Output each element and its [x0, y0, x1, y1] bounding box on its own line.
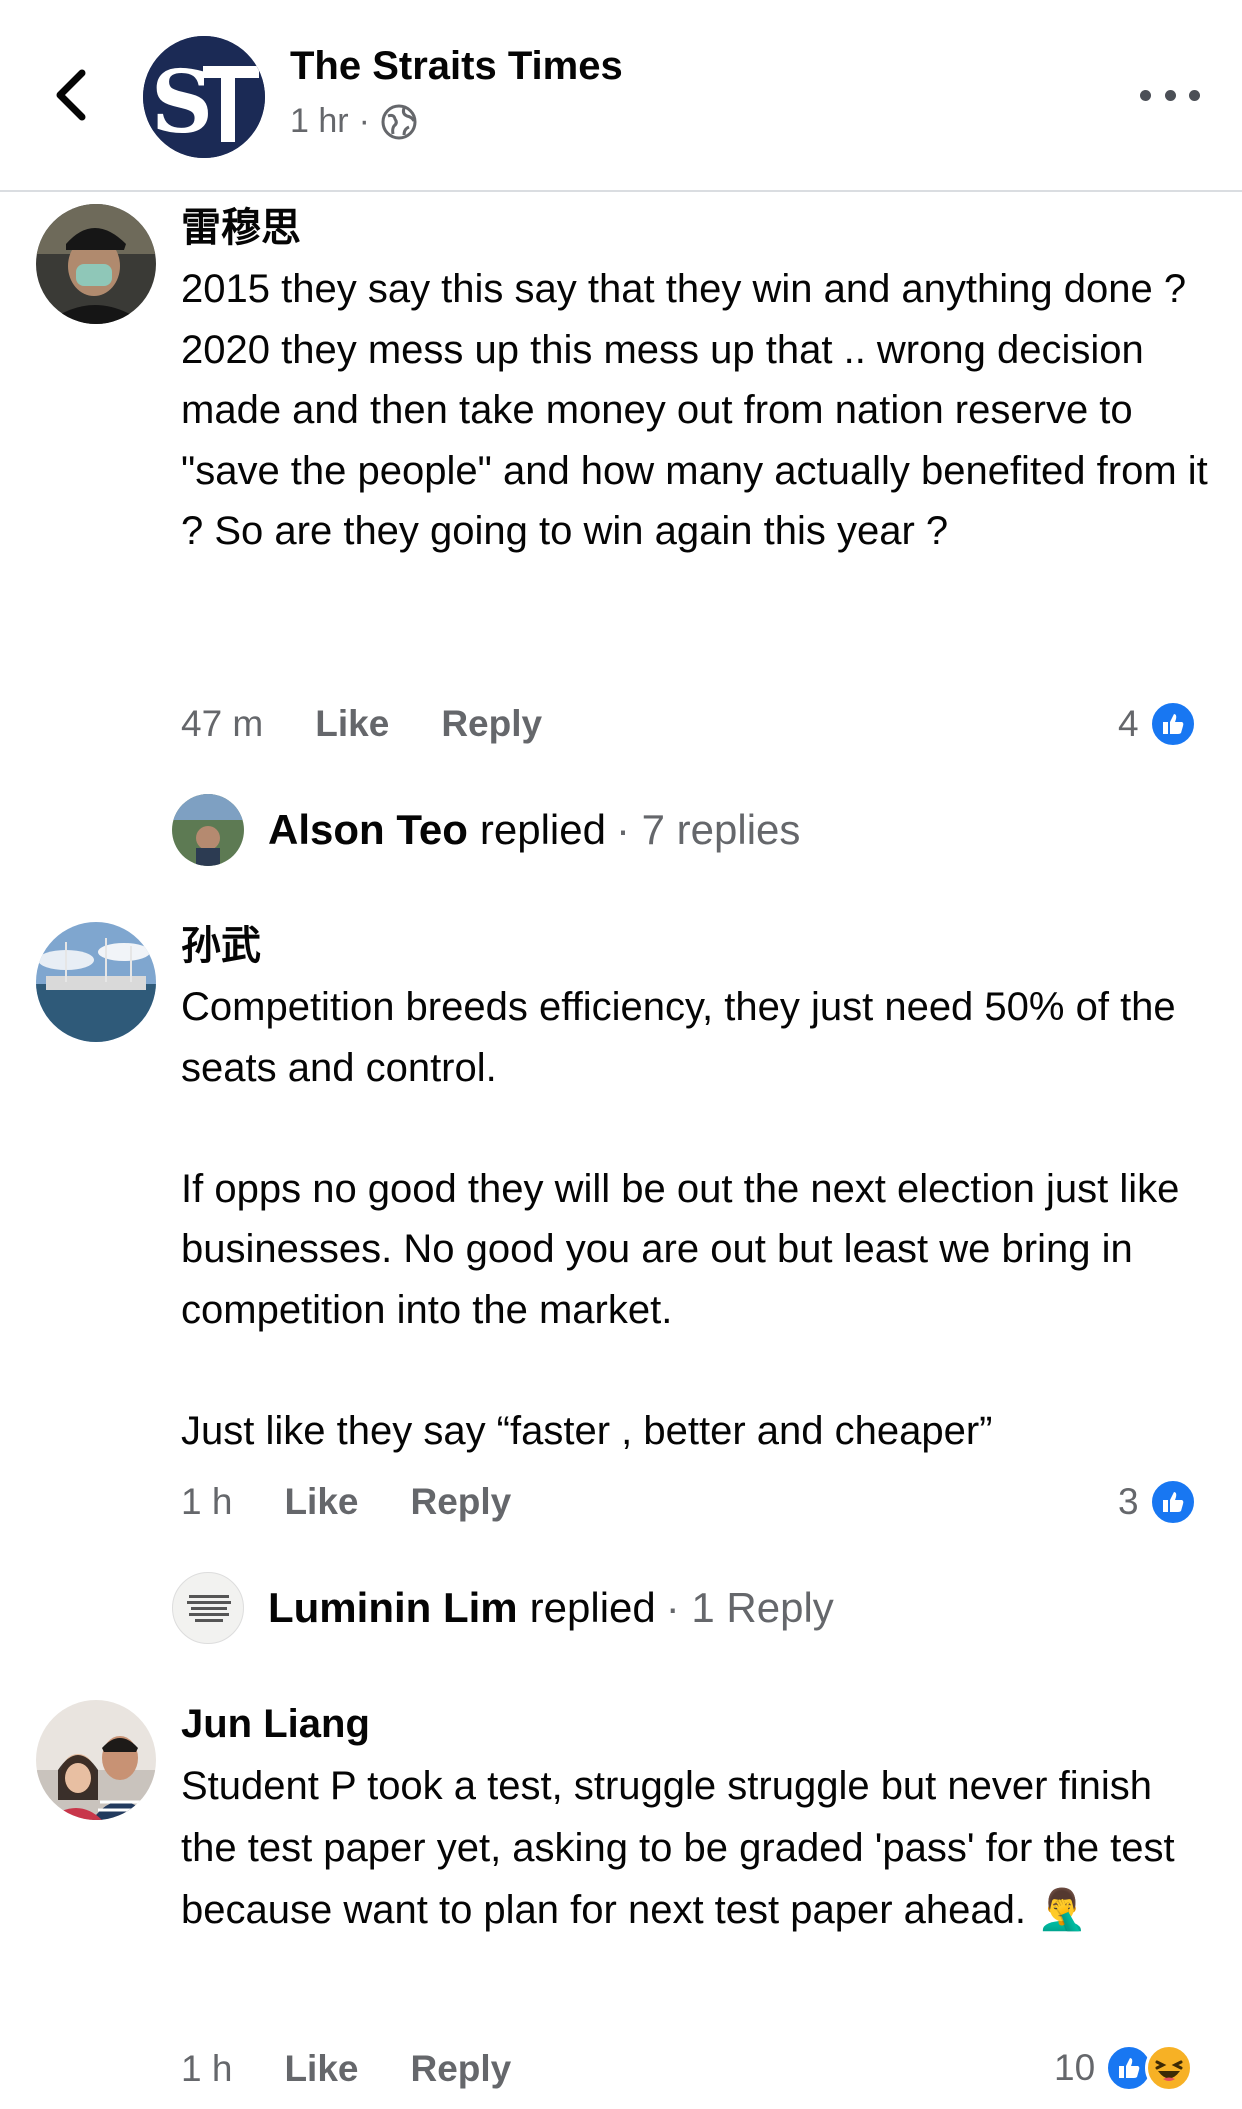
reaction-summary[interactable]: 4: [1118, 700, 1197, 748]
post-time[interactable]: 1 hr: [290, 102, 349, 141]
post-header: S The Straits Times 1 hr ·: [0, 0, 1242, 192]
comment-actions: 1 h Like Reply: [181, 2048, 511, 2090]
avatar[interactable]: [36, 1700, 156, 1820]
reply-verb: replied: [479, 806, 606, 853]
post-meta: 1 hr ·: [290, 102, 418, 141]
comment-time[interactable]: 1 h: [181, 2048, 232, 2090]
comment-text: Student P took a test, struggle struggle…: [181, 1764, 1186, 1932]
like-button[interactable]: Like: [284, 1481, 358, 1523]
meta-separator: ·: [358, 102, 370, 140]
more-horizontal-icon: [1140, 89, 1151, 101]
reply-author: Alson Teo: [268, 806, 468, 853]
reaction-summary[interactable]: 3: [1118, 1478, 1197, 1526]
back-button[interactable]: [40, 60, 100, 130]
avatar[interactable]: [36, 204, 156, 324]
avatar[interactable]: [36, 922, 156, 1042]
comment-time[interactable]: 47 m: [181, 703, 263, 745]
page-name[interactable]: The Straits Times: [290, 44, 623, 89]
comment-author[interactable]: Jun Liang: [181, 1696, 1211, 1752]
reply-count: · 7 replies: [615, 806, 801, 853]
reaction-summary[interactable]: 10: [1054, 2044, 1194, 2092]
like-icon: [1148, 1478, 1197, 1526]
more-dot: [1189, 89, 1200, 101]
replies-summary[interactable]: Alson Teo replied · 7 replies: [172, 794, 800, 866]
page-avatar[interactable]: S: [143, 36, 265, 158]
comment-actions: 47 m Like Reply: [181, 703, 542, 745]
reply-button[interactable]: Reply: [410, 2048, 511, 2090]
comment-actions: 1 h Like Reply: [181, 1481, 511, 1523]
comment-time[interactable]: 1 h: [181, 1481, 232, 1523]
haha-icon: [1145, 2044, 1194, 2092]
globe-icon: [381, 104, 417, 139]
comment-text: Competition breeds efficiency, they just…: [181, 985, 1180, 1453]
comment-bubble: 孙武 Competition breeds efficiency, they j…: [181, 918, 1211, 1461]
reply-button[interactable]: Reply: [441, 703, 542, 745]
reply-count: · 1 Reply: [665, 1584, 834, 1631]
more-dot: [1164, 89, 1176, 101]
like-icon: [1148, 700, 1197, 748]
avatar-image: [36, 922, 156, 1042]
reply-avatar: [172, 794, 244, 866]
replies-summary[interactable]: Luminin Lim replied · 1 Reply: [172, 1572, 834, 1644]
like-button[interactable]: Like: [315, 703, 389, 745]
like-button[interactable]: Like: [284, 2048, 358, 2090]
comment-bubble: Jun Liang Student P took a test, struggl…: [181, 1696, 1211, 1941]
more-options-button[interactable]: [1140, 80, 1200, 110]
reaction-count: 10: [1054, 2047, 1096, 2088]
comment-bubble: 雷穆思 2015 they say this say that they win…: [181, 200, 1211, 562]
comment-text: 2015 they say this say that they win and…: [181, 267, 1208, 553]
reply-author: Luminin Lim: [268, 1584, 518, 1631]
comment-author[interactable]: 孙武: [181, 918, 1211, 974]
avatar-image: [36, 204, 156, 324]
comment-author[interactable]: 雷穆思: [181, 200, 1211, 256]
reaction-count: 4: [1118, 703, 1139, 744]
straits-times-logo: S: [143, 36, 265, 158]
reply-verb: replied: [529, 1584, 656, 1631]
reply-button[interactable]: Reply: [410, 1481, 511, 1523]
chevron-left-icon: [56, 69, 86, 121]
reply-avatar: [172, 1572, 244, 1644]
avatar-image: [36, 1700, 156, 1820]
reaction-count: 3: [1118, 1481, 1139, 1522]
